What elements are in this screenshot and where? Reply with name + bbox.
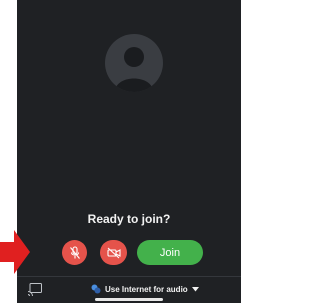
pointer-arrow-icon	[0, 230, 30, 274]
microphone-off-icon	[69, 245, 80, 259]
mute-microphone-button[interactable]	[62, 240, 87, 265]
caret-down-icon	[191, 286, 199, 292]
ready-to-join-heading: Ready to join?	[87, 212, 171, 226]
person-silhouette-icon	[115, 47, 153, 92]
home-indicator	[95, 298, 163, 301]
meeting-prejoin-screen: Ready to join? Join Use Internet for aud…	[17, 0, 241, 303]
audio-option-label: Use Internet for audio	[105, 284, 188, 294]
audio-option-dropdown[interactable]: Use Internet for audio	[91, 281, 199, 297]
cast-icon	[27, 283, 42, 297]
internet-audio-icon	[91, 284, 101, 294]
camera-off-button[interactable]	[100, 240, 127, 265]
video-camera-off-icon	[106, 247, 121, 258]
join-button[interactable]: Join	[137, 240, 203, 265]
cast-screen-button[interactable]	[27, 282, 43, 297]
avatar-placeholder	[105, 34, 163, 92]
